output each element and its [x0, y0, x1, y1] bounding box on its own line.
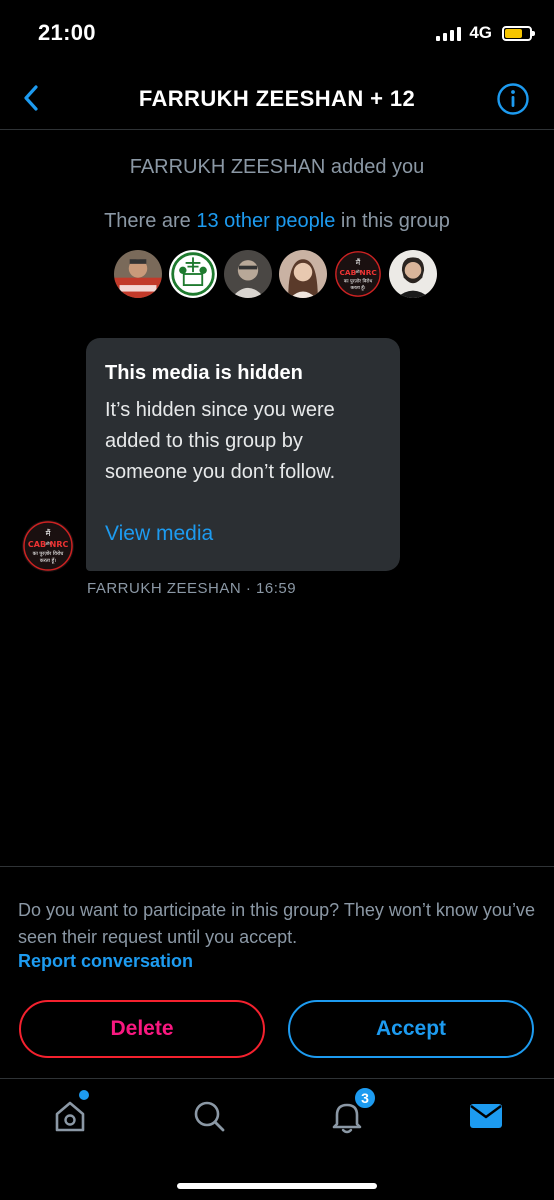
status-time: 21:00	[38, 20, 96, 45]
message-meta: FARRUKH ZEESHAN · 16:59	[87, 580, 296, 597]
sender-name: FARRUKH ZEESHAN	[87, 580, 242, 597]
tab-search[interactable]	[189, 1096, 229, 1136]
avatar-text: करता हूँ।	[40, 557, 56, 564]
signal-icon	[436, 25, 462, 41]
home-icon	[55, 1101, 85, 1132]
info-icon[interactable]	[496, 82, 530, 116]
status-bar: 21:00 4G	[0, 0, 554, 68]
accept-button[interactable]: Accept	[288, 1000, 534, 1058]
request-prompt: Do you want to participate in this group…	[18, 900, 535, 947]
sender-avatar[interactable]: मैं CAB और NRC का पुरज़ोर विरोध करता हूँ…	[22, 520, 74, 572]
group-members-notice: There are 13 other people in this group	[0, 210, 554, 233]
avatar-text: NRC	[50, 540, 69, 549]
hidden-media-title: This media is hidden	[105, 362, 303, 384]
avatar-text: मैं	[356, 258, 361, 267]
avatar-text: NRC	[360, 268, 377, 277]
member-avatars[interactable]: मैं CAB और NRC का पुरज़ोर विरोध करता हूँ…	[112, 248, 439, 300]
report-conversation-link[interactable]: Report conversation	[18, 951, 193, 972]
other-people-link[interactable]: 13 other people	[196, 210, 335, 232]
message-request-panel: Do you want to participate in this group…	[0, 866, 554, 1078]
avatar-text: मैं	[46, 528, 51, 538]
conversation-header: FARRUKH ZEESHAN + 12	[0, 68, 554, 130]
avatar-text: का पुरज़ोर विरोध	[33, 550, 65, 557]
meta-separator: ·	[241, 580, 257, 597]
avatar[interactable]	[387, 248, 439, 300]
avatar-text: CAB	[28, 540, 46, 549]
home-indicator	[177, 1183, 377, 1189]
new-content-dot	[79, 1090, 89, 1100]
hidden-media-description: It’s hidden since you were added to this…	[105, 399, 336, 483]
members-prefix: There are	[104, 210, 197, 232]
message-bubble: This media is hidden It’s hidden since y…	[86, 338, 400, 571]
avatar[interactable]: मैं CAB और NRC का पुरज़ोर विरोध करता हूँ…	[332, 248, 384, 300]
avatar[interactable]	[112, 248, 164, 300]
network-type: 4G	[469, 23, 492, 42]
view-media-link[interactable]: View media	[105, 522, 213, 546]
avatar[interactable]	[167, 248, 219, 300]
tab-messages[interactable]	[466, 1096, 506, 1136]
added-notice: FARRUKH ZEESHAN added you	[129, 156, 425, 178]
battery-icon	[502, 25, 535, 41]
search-icon	[194, 1101, 225, 1132]
notification-count-badge: 3	[353, 1086, 377, 1110]
tab-home[interactable]	[50, 1090, 90, 1136]
avatar[interactable]	[277, 248, 329, 300]
delete-button[interactable]: Delete	[19, 1000, 265, 1058]
status-indicators: 4G	[436, 23, 535, 43]
avatar-text: CAB	[339, 268, 356, 277]
page-title: FARRUKH ZEESHAN + 12	[138, 86, 416, 111]
members-suffix: in this group	[335, 210, 450, 232]
mail-icon	[470, 1104, 502, 1128]
avatar[interactable]	[222, 248, 274, 300]
tab-bar: 3	[0, 1078, 554, 1200]
message-time: 16:59	[256, 580, 297, 597]
tab-notifications[interactable]: 3	[327, 1086, 377, 1136]
